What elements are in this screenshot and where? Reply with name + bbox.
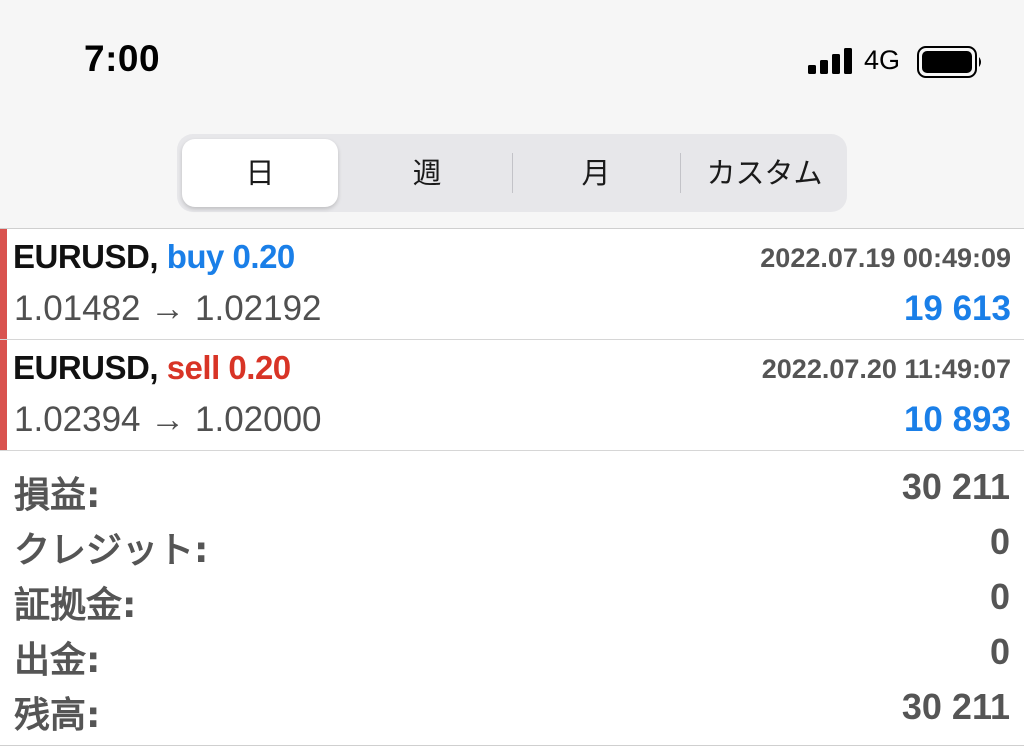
cellular-signal-icon bbox=[808, 48, 852, 74]
list-bottom-divider bbox=[0, 745, 1024, 746]
header: 7:00 4G 日 週 月 カスタム bbox=[0, 0, 1024, 228]
summary-label: 損益: bbox=[14, 475, 101, 516]
status-time: 7:00 bbox=[84, 38, 161, 79]
trade-symbol: EURUSD, bbox=[13, 349, 159, 386]
trade-profit: 10 893 bbox=[903, 400, 1011, 439]
battery-icon bbox=[917, 46, 981, 78]
trade-time: 2022.07.20 11:49:07 bbox=[761, 354, 1011, 384]
summary-value: 0 bbox=[989, 631, 1010, 672]
tab-divider bbox=[680, 153, 681, 193]
trade-prices: 1.01482 → 1.02192 bbox=[14, 289, 322, 329]
trade-prices: 1.02394 → 1.02000 bbox=[14, 400, 322, 440]
summary-row-deposit: 証拠金: 0 bbox=[0, 572, 1024, 627]
trade-title: EURUSD, buy 0.20 bbox=[13, 238, 295, 276]
close-price: 1.02000 bbox=[195, 400, 322, 439]
tab-week[interactable]: 週 bbox=[345, 139, 509, 207]
trade-title: EURUSD, sell 0.20 bbox=[13, 349, 291, 387]
open-price: 1.02394 bbox=[14, 400, 141, 439]
summary-label: 証拠金: bbox=[14, 585, 137, 626]
trade-volume: 0.20 bbox=[232, 238, 296, 275]
trade-type: buy bbox=[166, 238, 225, 275]
trade-volume: 0.20 bbox=[228, 349, 291, 386]
summary-label: 残高: bbox=[14, 695, 101, 736]
summary-label: クレジット: bbox=[14, 530, 209, 571]
trade-type: sell bbox=[166, 349, 221, 386]
summary-value: 0 bbox=[989, 576, 1010, 617]
arrow-right-icon: → bbox=[150, 400, 186, 439]
summary-value: 0 bbox=[989, 521, 1010, 562]
open-price: 1.01482 bbox=[14, 289, 141, 328]
trade-accent-bar bbox=[0, 340, 7, 450]
period-selector: 日 週 月 カスタム bbox=[177, 134, 847, 212]
tab-day[interactable]: 日 bbox=[182, 139, 338, 207]
summary-value: 30 211 bbox=[901, 686, 1010, 727]
arrow-right-icon: → bbox=[150, 289, 186, 328]
trade-time: 2022.07.19 00:49:09 bbox=[760, 243, 1011, 273]
trade-accent-bar bbox=[0, 229, 7, 339]
account-summary: 損益: 30 211 クレジット: 0 証拠金: 0 出金: 0 残高: 30 … bbox=[0, 462, 1024, 737]
network-type: 4G bbox=[864, 45, 901, 75]
summary-value: 30 211 bbox=[901, 466, 1010, 507]
tab-divider bbox=[512, 153, 513, 193]
summary-label: 出金: bbox=[14, 640, 101, 681]
trade-row[interactable]: EURUSD, sell 0.20 2022.07.20 11:49:07 1.… bbox=[0, 340, 1024, 451]
trade-symbol: EURUSD, bbox=[13, 238, 159, 275]
tab-custom[interactable]: カスタム bbox=[682, 139, 847, 207]
summary-row-withdrawal: 出金: 0 bbox=[0, 627, 1024, 682]
summary-row-profit: 損益: 30 211 bbox=[0, 462, 1024, 517]
summary-row-credit: クレジット: 0 bbox=[0, 517, 1024, 572]
trade-row[interactable]: EURUSD, buy 0.20 2022.07.19 00:49:09 1.0… bbox=[0, 229, 1024, 340]
trade-profit: 19 613 bbox=[903, 289, 1011, 328]
close-price: 1.02192 bbox=[195, 289, 322, 328]
summary-row-balance: 残高: 30 211 bbox=[0, 682, 1024, 737]
tab-month[interactable]: 月 bbox=[514, 139, 678, 207]
